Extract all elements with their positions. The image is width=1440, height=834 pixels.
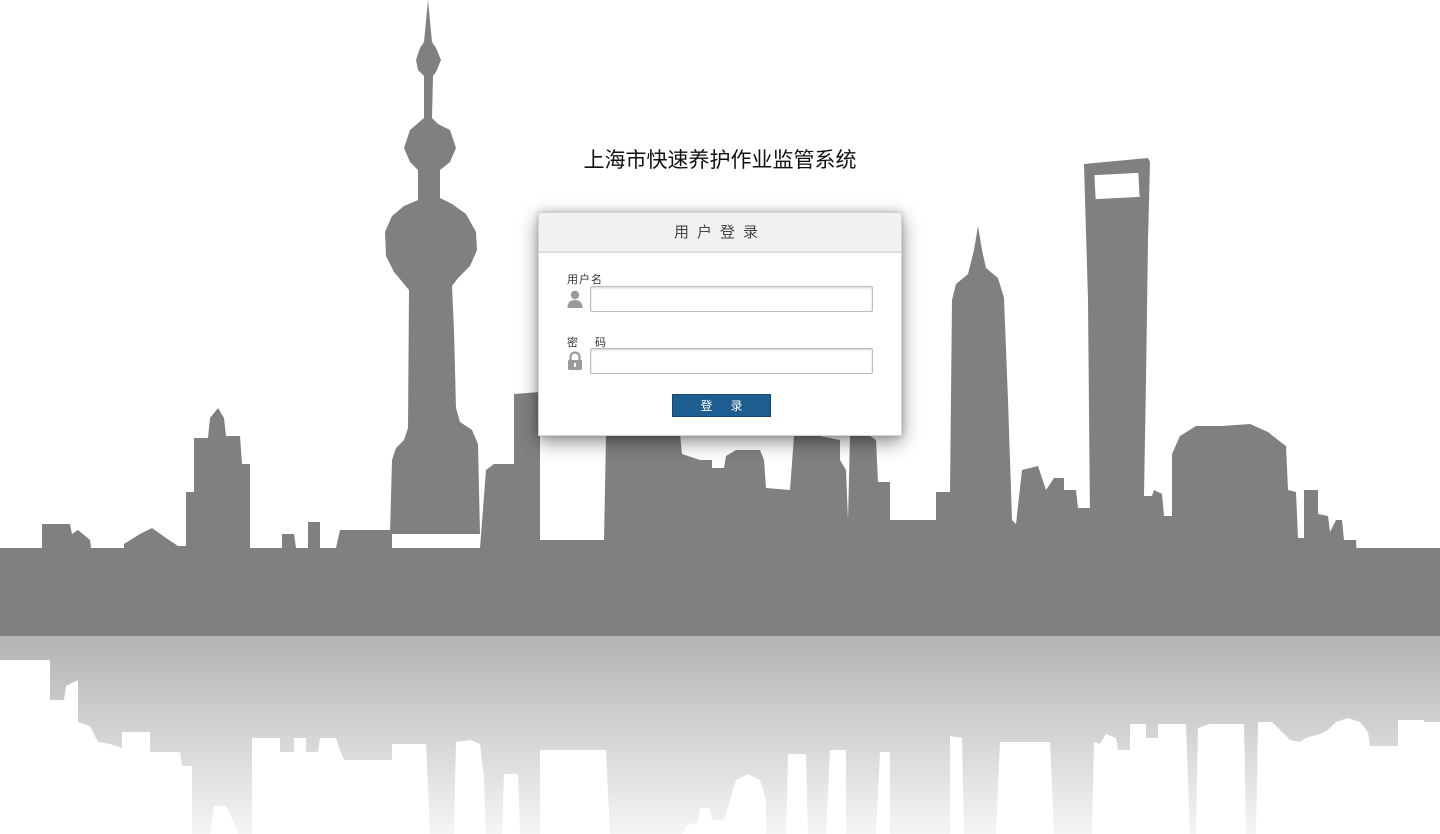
- login-page: 上海市快速养护作业监管系统 用户登录 用户名 密码 登录: [0, 0, 1440, 834]
- username-label: 用户名: [567, 273, 603, 286]
- login-panel: 用户登录 用户名 密码 登录: [538, 212, 902, 436]
- login-button[interactable]: 登录: [672, 394, 771, 417]
- user-icon: [567, 290, 583, 308]
- app-title: 上海市快速养护作业监管系统: [583, 148, 857, 172]
- login-button-first-char: 登: [700, 399, 713, 413]
- login-panel-header: 用户登录: [539, 213, 901, 253]
- username-input[interactable]: [590, 286, 873, 312]
- login-button-second-char: 录: [730, 399, 743, 413]
- lock-icon: [568, 351, 582, 370]
- password-label-first-char: 密: [567, 336, 579, 349]
- password-input[interactable]: [590, 348, 873, 374]
- skyline-reflection: [0, 636, 1440, 834]
